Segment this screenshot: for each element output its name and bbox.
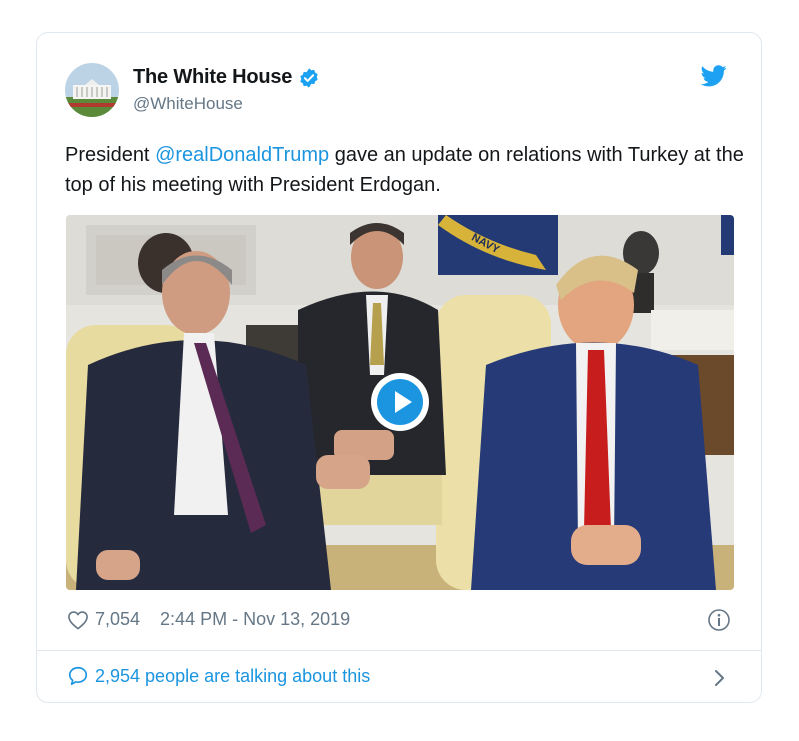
author-display-name[interactable]: The White House bbox=[133, 66, 292, 89]
info-icon[interactable] bbox=[707, 608, 731, 632]
author-name-row[interactable]: The White House bbox=[133, 66, 320, 89]
play-icon bbox=[377, 379, 423, 425]
talking-count-label[interactable]: 2,954 people are talking about this bbox=[95, 666, 370, 687]
verified-badge-icon bbox=[300, 67, 318, 88]
twitter-bird-icon[interactable] bbox=[701, 65, 727, 87]
avatar[interactable] bbox=[65, 63, 119, 117]
author-handle[interactable]: @WhiteHouse bbox=[133, 94, 243, 114]
mention-link[interactable]: @realDonaldTrump bbox=[155, 144, 329, 166]
speech-bubble-icon bbox=[68, 666, 88, 686]
embedded-tweet-card: The White House @WhiteHouse President @r… bbox=[36, 32, 762, 703]
tweet-timestamp[interactable]: 2:44 PM - Nov 13, 2019 bbox=[160, 609, 350, 630]
heart-icon[interactable] bbox=[67, 610, 89, 630]
video-play-button[interactable] bbox=[371, 373, 429, 431]
like-count[interactable]: 7,054 bbox=[95, 609, 140, 630]
tweet-meta-row: 7,054 2:44 PM - Nov 13, 2019 bbox=[67, 609, 350, 630]
tweet-text-prefix: President bbox=[65, 144, 156, 166]
tweet-text: President @realDonaldTrump gave an updat… bbox=[65, 140, 745, 200]
white-house-avatar bbox=[65, 63, 119, 117]
chevron-right-icon[interactable] bbox=[713, 667, 727, 689]
conversation-link[interactable]: 2,954 people are talking about this bbox=[67, 665, 370, 687]
divider bbox=[37, 650, 761, 651]
